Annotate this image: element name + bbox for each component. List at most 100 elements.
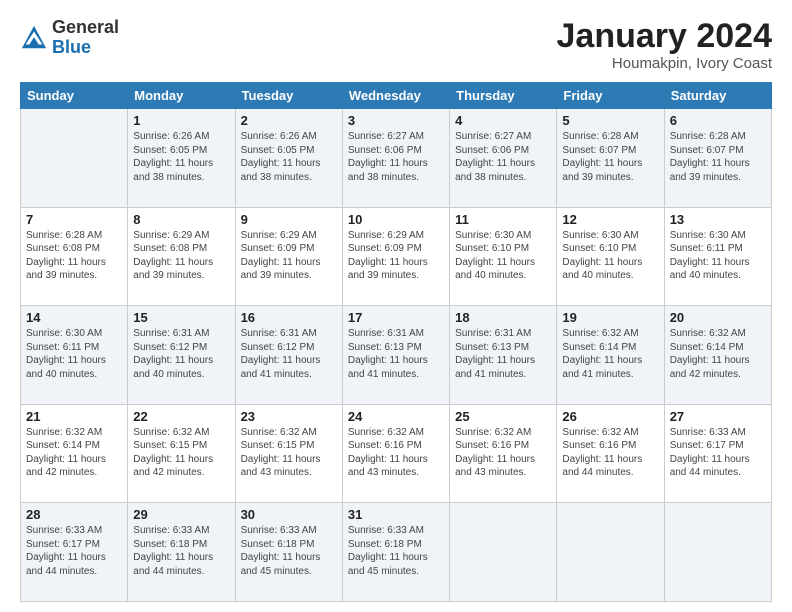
day-number: 17 [348, 310, 444, 325]
calendar-header-monday: Monday [128, 83, 235, 109]
day-number: 11 [455, 212, 551, 227]
day-number: 19 [562, 310, 658, 325]
day-number: 31 [348, 507, 444, 522]
calendar-cell: 30 Sunrise: 6:33 AMSunset: 6:18 PMDayligh… [235, 503, 342, 602]
calendar-cell: 16 Sunrise: 6:31 AMSunset: 6:12 PMDayligh… [235, 306, 342, 405]
calendar-week-row: 21 Sunrise: 6:32 AMSunset: 6:14 PMDayligh… [21, 404, 772, 503]
calendar-cell: 15Sunrise: 6:31 AMSunset: 6:12 PMDayligh… [128, 306, 235, 405]
day-info: Sunrise: 6:29 AMSunset: 6:09 PMDaylight:… [241, 229, 337, 283]
logo-blue: Blue [52, 38, 119, 58]
calendar-header-saturday: Saturday [664, 83, 771, 109]
calendar-cell: 21 Sunrise: 6:32 AMSunset: 6:14 PMDayligh… [21, 404, 128, 503]
calendar-cell: 11 Sunrise: 6:30 AMSunset: 6:10 PMDayligh… [450, 207, 557, 306]
calendar-header-sunday: Sunday [21, 83, 128, 109]
calendar-cell: 4Sunrise: 6:27 AMSunset: 6:06 PMDaylight… [450, 109, 557, 208]
calendar-cell: 17 Sunrise: 6:31 AMSunset: 6:13 PMDayligh… [342, 306, 449, 405]
day-info: Sunrise: 6:31 AMSunset: 6:13 PMDaylight:… [348, 327, 444, 381]
calendar-week-row: 1 Sunrise: 6:26 AMSunset: 6:05 PMDaylight… [21, 109, 772, 208]
calendar-cell: 28 Sunrise: 6:33 AMSunset: 6:17 PMDayligh… [21, 503, 128, 602]
day-info: Sunrise: 6:31 AMSunset: 6:12 PMDaylight:… [241, 327, 337, 381]
day-number: 22 [133, 409, 229, 424]
header: General Blue January 2024 Houmakpin, Ivo… [20, 18, 772, 72]
day-info: Sunrise: 6:32 AMSunset: 6:14 PMDaylight:… [562, 327, 658, 381]
day-number: 5 [562, 113, 658, 128]
calendar-cell: 20Sunrise: 6:32 AMSunset: 6:14 PMDayligh… [664, 306, 771, 405]
calendar-cell: 8Sunrise: 6:29 AMSunset: 6:08 PMDaylight… [128, 207, 235, 306]
calendar-cell: 18 Sunrise: 6:31 AMSunset: 6:13 PMDayligh… [450, 306, 557, 405]
day-number: 6 [670, 113, 766, 128]
day-number: 18 [455, 310, 551, 325]
calendar-cell: 26 Sunrise: 6:32 AMSunset: 6:16 PMDayligh… [557, 404, 664, 503]
day-number: 28 [26, 507, 122, 522]
day-info: Sunrise: 6:32 AMSunset: 6:16 PMDaylight:… [348, 426, 444, 480]
calendar-cell: 2 Sunrise: 6:26 AMSunset: 6:05 PMDaylight… [235, 109, 342, 208]
calendar-cell: 22 Sunrise: 6:32 AMSunset: 6:15 PMDayligh… [128, 404, 235, 503]
day-number: 16 [241, 310, 337, 325]
day-info: Sunrise: 6:32 AMSunset: 6:15 PMDaylight:… [241, 426, 337, 480]
day-info: Sunrise: 6:30 AMSunset: 6:11 PMDaylight:… [26, 327, 122, 381]
calendar-cell: 10Sunrise: 6:29 AMSunset: 6:09 PMDayligh… [342, 207, 449, 306]
day-number: 27 [670, 409, 766, 424]
day-info: Sunrise: 6:28 AMSunset: 6:07 PMDaylight:… [670, 130, 766, 184]
day-info: Sunrise: 6:26 AMSunset: 6:05 PMDaylight:… [241, 130, 337, 184]
calendar-cell: 5Sunrise: 6:28 AMSunset: 6:07 PMDaylight… [557, 109, 664, 208]
day-info: Sunrise: 6:32 AMSunset: 6:16 PMDaylight:… [562, 426, 658, 480]
day-number: 13 [670, 212, 766, 227]
calendar-cell: 3 Sunrise: 6:27 AMSunset: 6:06 PMDaylight… [342, 109, 449, 208]
calendar-cell: 1 Sunrise: 6:26 AMSunset: 6:05 PMDaylight… [128, 109, 235, 208]
day-info: Sunrise: 6:32 AMSunset: 6:16 PMDaylight:… [455, 426, 551, 480]
calendar-week-row: 28 Sunrise: 6:33 AMSunset: 6:17 PMDayligh… [21, 503, 772, 602]
day-number: 20 [670, 310, 766, 325]
day-info: Sunrise: 6:26 AMSunset: 6:05 PMDaylight:… [133, 130, 229, 184]
day-number: 2 [241, 113, 337, 128]
day-info: Sunrise: 6:33 AMSunset: 6:17 PMDaylight:… [670, 426, 766, 480]
day-number: 12 [562, 212, 658, 227]
day-number: 24 [348, 409, 444, 424]
logo-text: General Blue [52, 18, 119, 58]
calendar-header-wednesday: Wednesday [342, 83, 449, 109]
day-info: Sunrise: 6:30 AMSunset: 6:10 PMDaylight:… [562, 229, 658, 283]
day-info: Sunrise: 6:33 AMSunset: 6:18 PMDaylight:… [348, 524, 444, 578]
calendar-table: SundayMondayTuesdayWednesdayThursdayFrid… [20, 82, 772, 602]
day-info: Sunrise: 6:27 AMSunset: 6:06 PMDaylight:… [348, 130, 444, 184]
day-number: 23 [241, 409, 337, 424]
day-info: Sunrise: 6:28 AMSunset: 6:08 PMDaylight:… [26, 229, 122, 283]
calendar-cell: 19 Sunrise: 6:32 AMSunset: 6:14 PMDayligh… [557, 306, 664, 405]
calendar-week-row: 14 Sunrise: 6:30 AMSunset: 6:11 PMDayligh… [21, 306, 772, 405]
calendar-cell [21, 109, 128, 208]
day-number: 30 [241, 507, 337, 522]
day-info: Sunrise: 6:29 AMSunset: 6:09 PMDaylight:… [348, 229, 444, 283]
day-info: Sunrise: 6:32 AMSunset: 6:14 PMDaylight:… [26, 426, 122, 480]
calendar-cell: 14 Sunrise: 6:30 AMSunset: 6:11 PMDayligh… [21, 306, 128, 405]
calendar-cell: 27 Sunrise: 6:33 AMSunset: 6:17 PMDayligh… [664, 404, 771, 503]
day-info: Sunrise: 6:32 AMSunset: 6:15 PMDaylight:… [133, 426, 229, 480]
day-info: Sunrise: 6:31 AMSunset: 6:12 PMDaylight:… [133, 327, 229, 381]
logo-general: General [52, 18, 119, 38]
day-number: 21 [26, 409, 122, 424]
calendar-cell: 29Sunrise: 6:33 AMSunset: 6:18 PMDayligh… [128, 503, 235, 602]
calendar-cell: 25 Sunrise: 6:32 AMSunset: 6:16 PMDayligh… [450, 404, 557, 503]
day-number: 14 [26, 310, 122, 325]
day-number: 25 [455, 409, 551, 424]
day-info: Sunrise: 6:30 AMSunset: 6:11 PMDaylight:… [670, 229, 766, 283]
calendar-header-friday: Friday [557, 83, 664, 109]
main-title: January 2024 [557, 18, 773, 55]
day-number: 8 [133, 212, 229, 227]
calendar-body: 1 Sunrise: 6:26 AMSunset: 6:05 PMDaylight… [21, 109, 772, 602]
day-number: 26 [562, 409, 658, 424]
calendar-cell: 13 Sunrise: 6:30 AMSunset: 6:11 PMDayligh… [664, 207, 771, 306]
day-info: Sunrise: 6:33 AMSunset: 6:17 PMDaylight:… [26, 524, 122, 578]
day-info: Sunrise: 6:30 AMSunset: 6:10 PMDaylight:… [455, 229, 551, 283]
day-number: 1 [133, 113, 229, 128]
day-info: Sunrise: 6:33 AMSunset: 6:18 PMDaylight:… [133, 524, 229, 578]
calendar-cell: 24 Sunrise: 6:32 AMSunset: 6:16 PMDayligh… [342, 404, 449, 503]
day-info: Sunrise: 6:33 AMSunset: 6:18 PMDaylight:… [241, 524, 337, 578]
calendar-header-tuesday: Tuesday [235, 83, 342, 109]
day-info: Sunrise: 6:31 AMSunset: 6:13 PMDaylight:… [455, 327, 551, 381]
calendar-cell: 12 Sunrise: 6:30 AMSunset: 6:10 PMDayligh… [557, 207, 664, 306]
day-number: 3 [348, 113, 444, 128]
day-number: 7 [26, 212, 122, 227]
day-number: 4 [455, 113, 551, 128]
calendar-header-row: SundayMondayTuesdayWednesdayThursdayFrid… [21, 83, 772, 109]
calendar-cell: 9Sunrise: 6:29 AMSunset: 6:09 PMDaylight… [235, 207, 342, 306]
